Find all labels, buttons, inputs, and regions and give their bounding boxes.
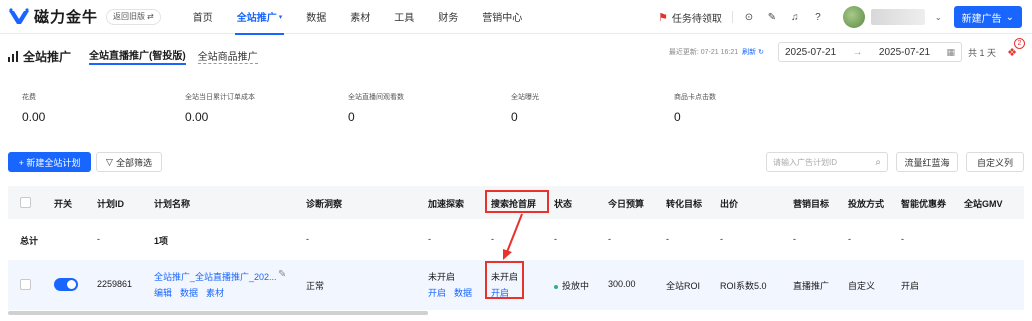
annotation-arrow (503, 213, 523, 260)
